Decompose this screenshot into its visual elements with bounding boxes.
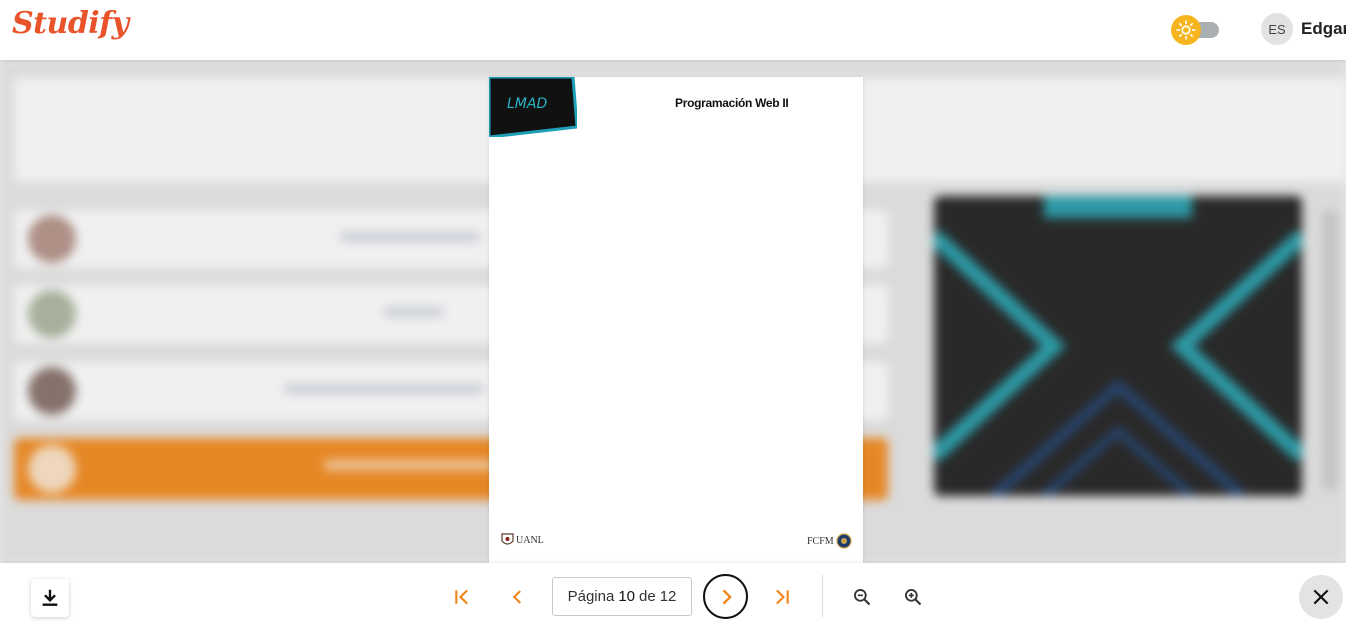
next-page-button[interactable] [703,574,748,619]
user-name[interactable]: Edgar [1301,19,1346,39]
theme-toggle[interactable] [1171,14,1221,46]
first-page-icon [455,589,468,605]
zoom-out-icon [854,589,871,606]
fcfm-logo: FCFM [807,533,852,549]
zoom-in-icon [905,589,922,606]
last-page-button[interactable] [765,581,797,613]
page-label: Página [567,588,615,605]
uanl-seal-icon [501,533,514,545]
page-indicator[interactable]: Página 10 de 12 [552,577,692,616]
uanl-logo: UANL [501,533,544,547]
close-viewer-button[interactable] [1299,575,1343,619]
pdf-page: LMAD Programación Web II UANL FCFM [489,77,863,563]
first-page-button[interactable] [447,581,479,613]
close-icon [1313,589,1329,605]
user-avatar[interactable]: ES [1261,13,1293,45]
previous-page-button[interactable] [502,581,534,613]
zoom-in-button[interactable] [897,581,929,613]
top-header: Studify ES Edgar [0,0,1346,60]
total-pages: 12 [659,588,677,605]
sun-icon [1171,15,1201,45]
zoom-out-button[interactable] [846,581,878,613]
chevron-right-icon [722,589,732,604]
download-icon [42,589,58,606]
lmad-logo: LMAD [489,77,579,139]
toolbar-divider [822,575,823,617]
studify-logo[interactable]: Studify [12,6,129,41]
chevron-left-icon [512,590,521,604]
pdf-viewer-toolbar: Página 10 de 12 [0,563,1346,629]
fcfm-seal-icon [836,533,852,549]
svg-text:LMAD: LMAD [507,96,547,112]
last-page-icon [776,589,789,605]
document-title: Programación Web II [675,96,789,110]
page-of-label: de [639,588,656,605]
download-button[interactable] [31,579,69,617]
current-page-number: 10 [618,588,636,605]
